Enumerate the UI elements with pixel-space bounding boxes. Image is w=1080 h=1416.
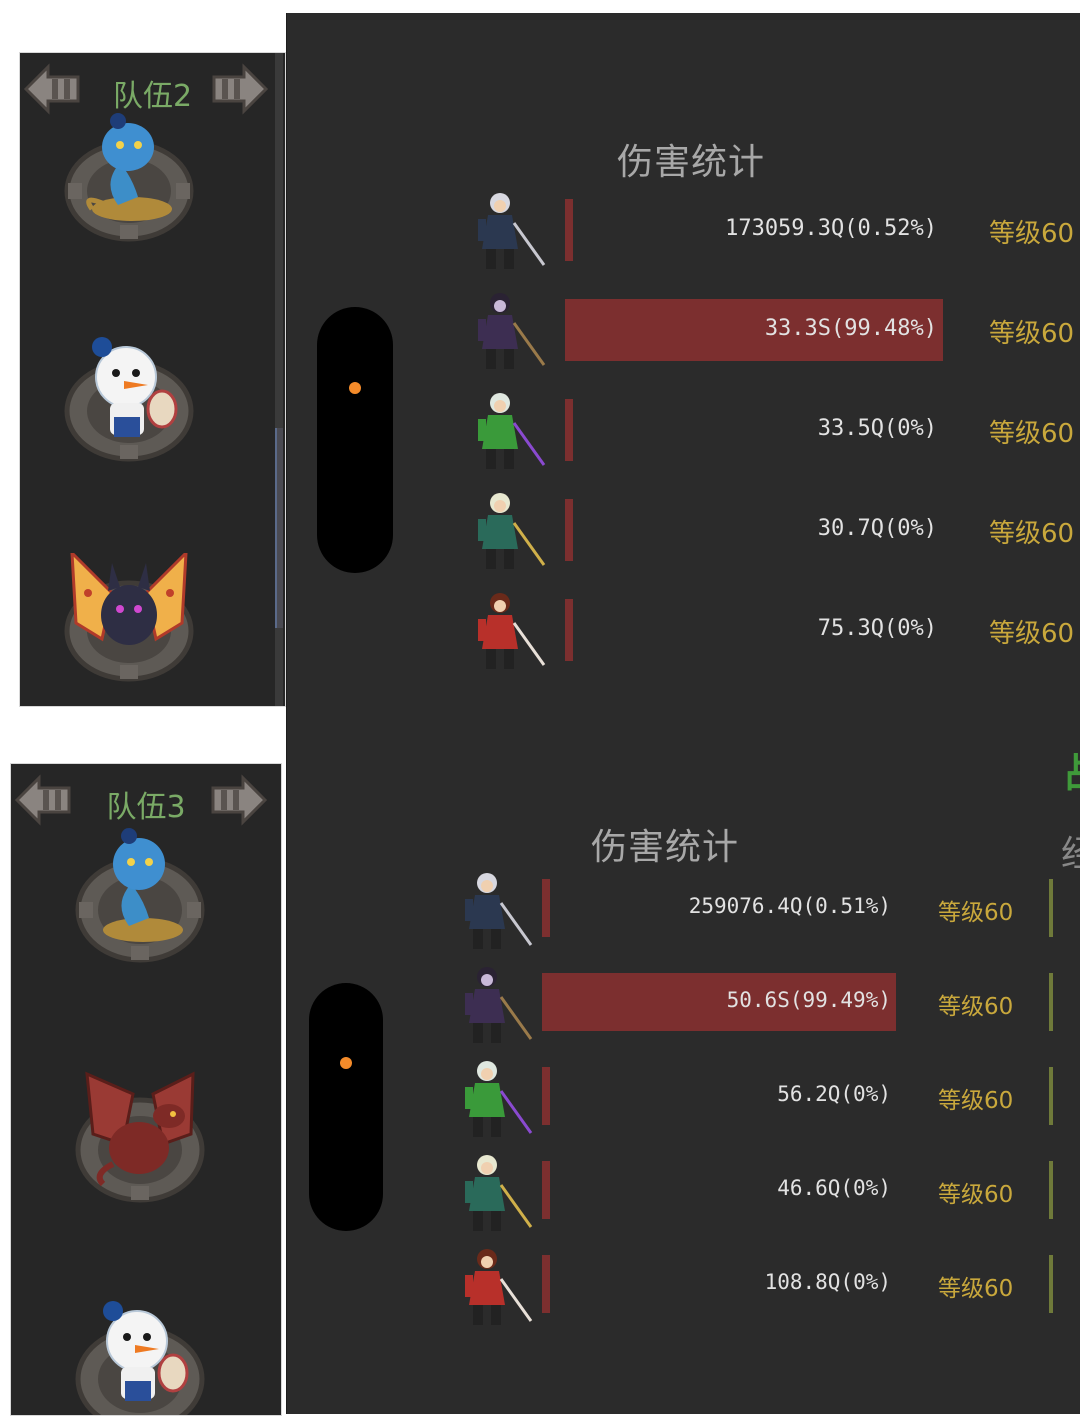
team-panel-2: 队伍2 [19, 52, 286, 707]
red-dragon-icon [75, 1071, 205, 1203]
damage-row[interactable]: 33.3S(99.48%) 等级60 [287, 293, 1080, 369]
damage-value: 173059.3Q(0.52%) [725, 215, 937, 241]
next-team-arrow-icon[interactable] [208, 61, 270, 117]
silver-swordsman-portrait [452, 189, 552, 277]
creature-slot[interactable] [62, 549, 196, 682]
red-monk-portrait [439, 1245, 539, 1333]
damage-row[interactable]: 50.6S(99.49%) 等级60 [287, 967, 1080, 1043]
creature-slot[interactable] [73, 1289, 207, 1415]
creature-slot[interactable] [73, 1064, 207, 1203]
clipped-heading: 经 [1061, 834, 1080, 873]
snowman-chef-icon [75, 1301, 205, 1415]
damage-row[interactable]: 56.2Q(0%) 等级60 [287, 1061, 1080, 1137]
level-label: 等级60 [938, 900, 1014, 927]
level-progress-bar [1049, 879, 1053, 937]
damage-value: 30.7Q(0%) [817, 515, 937, 541]
damage-stats-title: 伤害统计 [617, 142, 766, 183]
green-druid-portrait [452, 389, 552, 477]
damage-value: 33.3S(99.48%) [764, 315, 937, 341]
damage-value: 56.2Q(0%) [777, 1082, 891, 1107]
genie-lamp-icon [64, 113, 194, 242]
level-label: 等级60 [989, 619, 1075, 650]
creature-slot[interactable] [73, 824, 207, 963]
dark-mage-portrait [439, 963, 539, 1051]
next-team-arrow-icon[interactable] [207, 772, 269, 828]
damage-value: 46.6Q(0%) [777, 1176, 891, 1201]
damage-row[interactable]: 259076.4Q(0.51%) 等级60 [287, 873, 1080, 949]
battle-stats-panel: 伤害统计 173059.3Q(0.52%) 等级60 33.3S(99.48%) 等… [286, 13, 1080, 1414]
level-progress-bar [1049, 1067, 1053, 1125]
silver-swordsman-portrait [439, 869, 539, 957]
level-progress-bar [1049, 1161, 1053, 1219]
level-label: 等级60 [938, 1182, 1014, 1209]
creature-slot[interactable] [62, 333, 196, 462]
scrollbar-thumb[interactable] [275, 428, 283, 628]
red-monk-portrait [452, 589, 552, 677]
damage-share-bar [542, 879, 550, 937]
damage-row[interactable]: 33.5Q(0%) 等级60 [287, 393, 1080, 469]
damage-row[interactable]: 46.6Q(0%) 等级60 [287, 1155, 1080, 1231]
level-label: 等级60 [989, 319, 1075, 350]
damage-value: 108.8Q(0%) [764, 1270, 891, 1295]
damage-share-bar [542, 1255, 550, 1313]
damage-value: 33.5Q(0%) [817, 415, 937, 441]
damage-share-bar [542, 1161, 550, 1219]
damage-share-bar [565, 599, 573, 661]
level-label: 等级60 [989, 419, 1075, 450]
damage-value: 75.3Q(0%) [817, 615, 937, 641]
green-druid-portrait [439, 1057, 539, 1145]
damage-share-bar [565, 199, 573, 261]
level-progress-bar [1049, 1255, 1053, 1313]
level-label: 等级60 [938, 1088, 1014, 1115]
damage-share-bar [565, 399, 573, 461]
damage-value: 259076.4Q(0.51%) [688, 894, 891, 919]
clipped-heading: 战 [1065, 741, 1080, 793]
dark-mage-portrait [452, 289, 552, 377]
elf-archer-portrait [439, 1151, 539, 1239]
damage-stats-title: 伤害统计 [591, 827, 740, 868]
team-panel-3: 队伍3 [10, 763, 282, 1416]
level-label: 等级60 [938, 994, 1014, 1021]
damage-row[interactable]: 173059.3Q(0.52%) 等级60 [287, 193, 1080, 269]
damage-row[interactable]: 108.8Q(0%) 等级60 [287, 1249, 1080, 1325]
elf-archer-portrait [452, 489, 552, 577]
damage-share-bar [542, 1067, 550, 1125]
pizza-bat-icon [64, 549, 194, 682]
level-label: 等级60 [989, 219, 1075, 250]
damage-value: 50.6S(99.49%) [726, 988, 891, 1013]
scroll-indicator-dot [349, 382, 361, 394]
damage-row[interactable]: 75.3Q(0%) 等级60 [287, 593, 1080, 669]
level-label: 等级60 [938, 1276, 1014, 1303]
level-label: 等级60 [989, 519, 1075, 550]
snowman-chef-icon [64, 337, 194, 462]
level-progress-bar [1049, 973, 1053, 1031]
genie-lamp-icon [75, 828, 205, 963]
damage-share-bar [565, 499, 573, 561]
damage-row[interactable]: 30.7Q(0%) 等级60 [287, 493, 1080, 569]
creature-slot[interactable] [62, 113, 196, 242]
